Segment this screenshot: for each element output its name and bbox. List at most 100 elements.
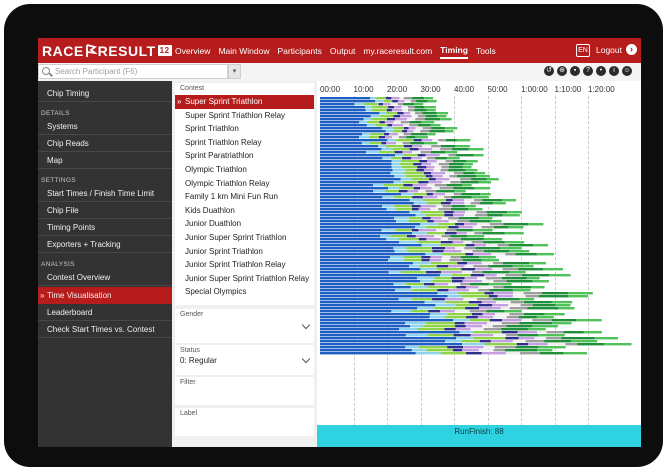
split-segment (563, 331, 584, 334)
split-segment (392, 148, 410, 151)
sidebar-item-leaderboard[interactable]: Leaderboard (38, 304, 172, 321)
split-segment (413, 130, 421, 133)
split-segment (320, 337, 457, 340)
users-icon[interactable]: ☺ (622, 66, 632, 76)
info-icon[interactable]: i (609, 66, 619, 76)
search-dropdown-button[interactable]: ▾ (228, 64, 241, 79)
split-segment (463, 298, 478, 301)
sidebar-item-chip-timing[interactable]: Chip Timing (38, 85, 172, 102)
split-segment (431, 145, 441, 148)
logout-link[interactable]: Logout (596, 45, 622, 55)
contest-item[interactable]: Junior Super Sprint Triathlon (175, 231, 314, 245)
contest-item[interactable]: Family 1 km Mini Fun Run (175, 190, 314, 204)
split-segment (435, 157, 447, 160)
split-segment (453, 193, 462, 196)
split-segment (424, 283, 435, 286)
participant-search-input[interactable]: Search Participant (F6) (38, 64, 228, 79)
split-segment (486, 211, 508, 214)
split-segment (442, 205, 452, 208)
sidebar-item-time-visualisation[interactable]: Time Visualisation (38, 287, 172, 304)
nav-timing[interactable]: Timing (440, 45, 468, 59)
sidebar-item-contest-overview[interactable]: Contest Overview (38, 269, 172, 286)
nav-myraceresult[interactable]: my.raceresult.com (363, 46, 432, 56)
split-segment (320, 310, 392, 313)
app-logo[interactable]: RACE RESULT 12 (42, 42, 172, 59)
contest-item[interactable]: Sprint Paratriathlon (175, 149, 314, 163)
target-icon[interactable]: ⊕ (557, 66, 567, 76)
split-segment (422, 211, 445, 214)
nav-overview[interactable]: Overview (175, 46, 210, 56)
sidebar-item-exporters-tracking[interactable]: Exporters + Tracking (38, 236, 172, 253)
split-segment (404, 145, 412, 148)
split-segment (517, 334, 539, 337)
split-segment (430, 256, 443, 259)
split-segment (320, 271, 389, 274)
contest-item[interactable]: Olympic Triathlon Relay (175, 177, 314, 191)
split-segment (506, 325, 533, 328)
split-segment (482, 232, 505, 235)
contest-item[interactable]: Super Sprint Triathlon (175, 95, 314, 109)
sidebar-item-chip-file[interactable]: Chip File (38, 202, 172, 219)
contest-item[interactable]: Kids Duathlon (175, 204, 314, 218)
help-icon[interactable]: ? (583, 66, 593, 76)
gender-select[interactable]: Gender (175, 309, 314, 343)
split-segment (442, 175, 450, 178)
label-input[interactable]: Label (175, 408, 314, 436)
sidebar-item-chip-reads[interactable]: Chip Reads (38, 135, 172, 152)
split-segment (400, 160, 420, 163)
contest-item[interactable]: Olympic Triathlon (175, 163, 314, 177)
contest-item[interactable]: Sprint Triathlon Relay (175, 136, 314, 150)
split-segment (320, 277, 417, 280)
split-segment (320, 319, 453, 322)
nav-output[interactable]: Output (330, 46, 356, 56)
split-segment (433, 220, 449, 223)
split-segment (451, 196, 472, 199)
sidebar-item-timing-points[interactable]: Timing Points (38, 219, 172, 236)
split-segment (370, 97, 377, 100)
split-segment (398, 238, 419, 241)
contest-item[interactable]: Junior Sprint Triathlon (175, 245, 314, 259)
history-icon[interactable]: ↺ (544, 66, 554, 76)
status-select[interactable]: Status 0: Regular (175, 345, 314, 375)
filter-input[interactable]: Filter (175, 377, 314, 405)
sidebar-item-start-times[interactable]: Start Times / Finish Time Limit (38, 185, 172, 202)
sidebar-item-map[interactable]: Map (38, 152, 172, 169)
split-segment (387, 124, 393, 127)
chat-icon[interactable]: ▪ (570, 66, 580, 76)
logout-icon[interactable]: › (626, 44, 637, 55)
split-segment (538, 346, 566, 349)
sidebar-item-systems[interactable]: Systems (38, 118, 172, 135)
split-segment (482, 280, 494, 283)
split-segment (412, 196, 423, 199)
bulb-icon[interactable]: • (596, 66, 606, 76)
sidebar-item-check-start-times[interactable]: Check Start Times vs. Contest (38, 321, 172, 338)
nav-main-window[interactable]: Main Window (218, 46, 269, 56)
split-segment (471, 196, 489, 199)
split-segment (403, 124, 410, 127)
split-segment (453, 334, 471, 337)
split-segment (397, 103, 404, 106)
contest-item[interactable]: Super Sprint Triathlon Relay (175, 109, 314, 123)
split-segment (479, 217, 493, 220)
split-segment (431, 187, 440, 190)
split-segment (464, 265, 474, 268)
split-segment (455, 247, 465, 250)
nav-tools[interactable]: Tools (476, 46, 496, 56)
split-segment (429, 178, 436, 181)
split-segment (429, 130, 446, 133)
contest-item[interactable]: Junior Super Sprint Triathlon Relay (175, 272, 314, 286)
split-segment (448, 154, 456, 157)
contest-item[interactable]: Special Olympics (175, 285, 314, 299)
split-segment (425, 226, 449, 229)
split-segment (443, 250, 462, 253)
contest-item[interactable]: Sprint Triathlon (175, 122, 314, 136)
device-frame: RACE RESULT 12 Overview Main Window Part… (4, 4, 663, 467)
split-segment (368, 136, 379, 139)
contest-item[interactable]: Junior Sprint Triathlon Relay (175, 258, 314, 272)
nav-participants[interactable]: Participants (277, 46, 321, 56)
split-segment (449, 178, 461, 181)
sidebar: Chip Timing DETAILS Systems Chip Reads M… (38, 81, 172, 447)
contest-item[interactable]: Junior Duathlon (175, 217, 314, 231)
language-selector[interactable]: EN (576, 44, 590, 57)
split-segment (532, 325, 558, 328)
